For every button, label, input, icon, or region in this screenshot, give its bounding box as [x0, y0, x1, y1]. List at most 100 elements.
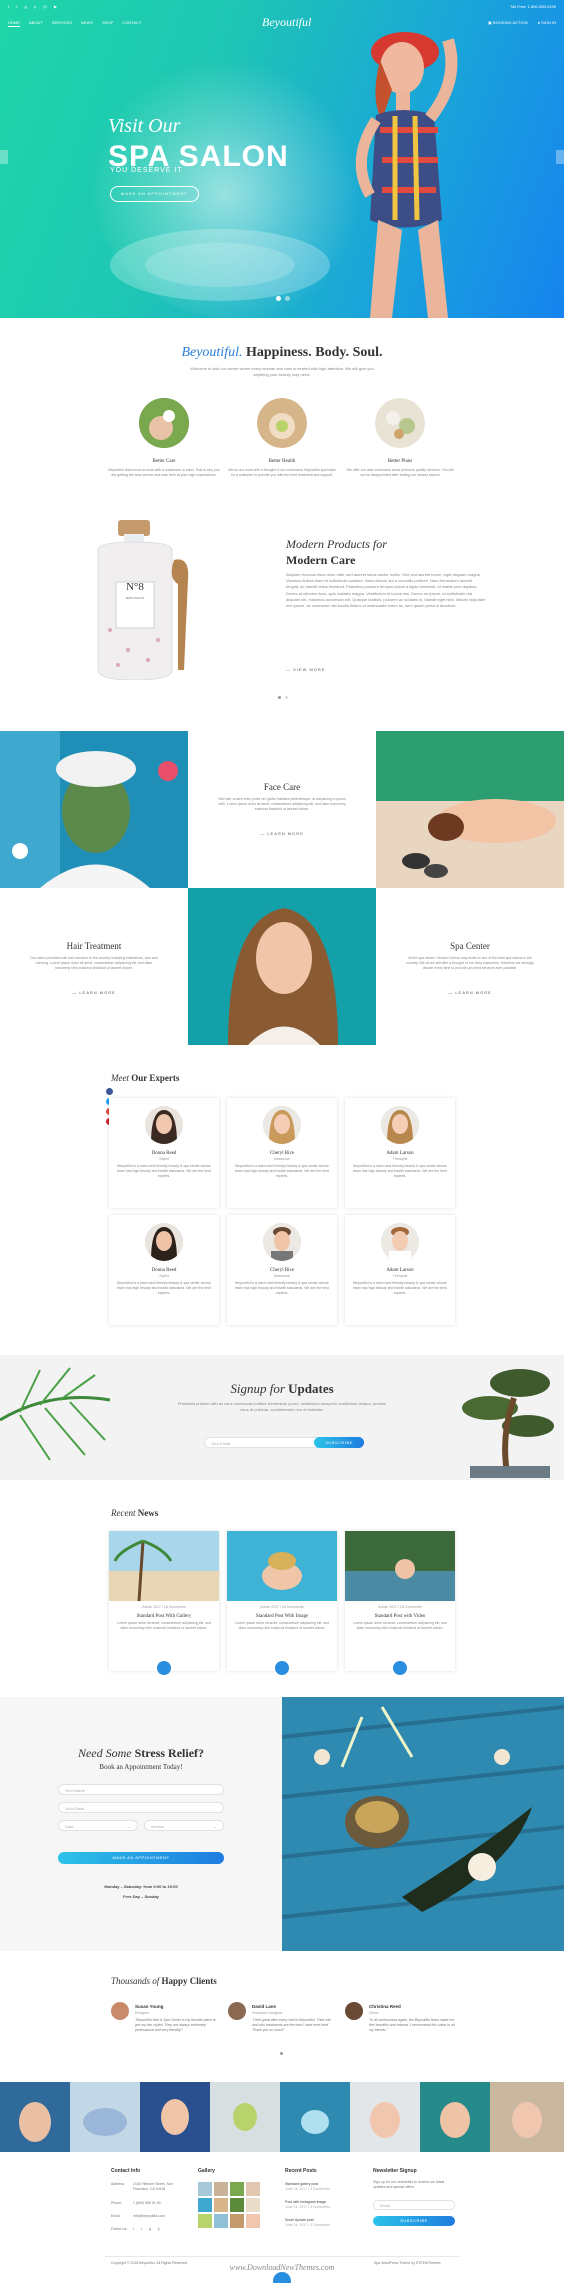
- read-more-icon[interactable]: [393, 1661, 407, 1675]
- nav-news[interactable]: NEWS: [81, 20, 93, 27]
- contact-label: Phone:: [111, 2201, 123, 2205]
- back-to-top-icon[interactable]: [273, 2272, 291, 2283]
- gallery-thumb[interactable]: [230, 2214, 244, 2228]
- gallery-thumb[interactable]: [198, 2198, 212, 2212]
- footer-social-icons[interactable]: f t g p: [133, 2227, 163, 2232]
- nav-contact[interactable]: CONTACT: [122, 20, 141, 27]
- gallery-thumb[interactable]: [198, 2182, 212, 2196]
- youtube-icon[interactable]: ▶: [54, 4, 60, 9]
- footer-divider: [105, 2256, 459, 2257]
- news-title[interactable]: Standard Post With Gallery: [109, 1613, 219, 1620]
- client-avatar: [111, 2002, 129, 2020]
- feature-plans-image: [375, 398, 425, 448]
- slider-prev-arrow[interactable]: [0, 150, 8, 164]
- booking-link[interactable]: ▣ BOOKING ACTION: [488, 20, 528, 26]
- news-card[interactable]: Admin 2017 / 18 Comments Standard Post W…: [227, 1531, 337, 1675]
- nav-services[interactable]: SERVICES: [52, 20, 72, 27]
- footer-post[interactable]: Small Update post June 14, 2017 / 3 Comm…: [285, 2218, 365, 2228]
- expert-role: Stylist: [159, 1157, 169, 1161]
- expert-card[interactable]: Adam Larson Therapist Beyoutiful is a wa…: [345, 1215, 455, 1325]
- carousel-dot[interactable]: [278, 696, 281, 699]
- service-learn-more[interactable]: — LEARN MORE: [376, 990, 564, 996]
- clients-title-bold: Happy Clients: [161, 1976, 217, 1986]
- footer-gallery-title: Gallery: [198, 2168, 215, 2174]
- client-name: Susan Young: [135, 2004, 164, 2009]
- google-plus-icon[interactable]: g: [25, 4, 30, 9]
- news-excerpt: Lorem ipsum dolor sit amet, consectetuer…: [117, 1621, 211, 1630]
- twitter-icon[interactable]: t: [16, 4, 20, 9]
- booking-email-input[interactable]: Your Email: [58, 1802, 224, 1813]
- hero-appointment-button[interactable]: MAKE AN APPOINTMENT: [110, 186, 199, 202]
- expert-card[interactable]: Cheryl Rice Masseuse Beyoutiful is a war…: [227, 1215, 337, 1325]
- footer-newsletter-title: Newsletter Signup: [373, 2168, 417, 2174]
- nav-about[interactable]: ABOUT: [29, 20, 43, 27]
- experts-title-italic: Meet: [111, 1073, 129, 1083]
- expert-card[interactable]: Donna Reed Stylist Beyoutiful is a warm …: [109, 1215, 219, 1325]
- slider-dot[interactable]: [285, 296, 290, 301]
- logo[interactable]: Beyoutiful: [262, 14, 311, 31]
- feature-care-image: [139, 398, 189, 448]
- news-card[interactable]: Admin 2017 / 18 Comments Standard Post w…: [345, 1531, 455, 1675]
- slider-dots: [276, 296, 290, 301]
- gallery-thumb[interactable]: [198, 2214, 212, 2228]
- news-card[interactable]: Admin 2017 / 18 Comments Standard Post W…: [109, 1531, 219, 1675]
- service-title: Face Care: [263, 782, 301, 792]
- instagram-icon[interactable]: ◎: [43, 4, 50, 9]
- chevron-down-icon: ⌄: [213, 1824, 217, 1829]
- intro-text: Welcome to visit our center where every …: [190, 366, 374, 377]
- slider-next-arrow[interactable]: [556, 150, 564, 164]
- gallery-thumb[interactable]: [246, 2214, 260, 2228]
- gallery-thumb[interactable]: [246, 2182, 260, 2196]
- footer-post[interactable]: Standard gallery post June 14, 2017 / 3 …: [285, 2182, 365, 2192]
- booking-date-select[interactable]: Date ⌄: [58, 1820, 138, 1831]
- service-spa-center: Spa Center At the spa center, Heaven Gri…: [376, 888, 564, 1045]
- signup-email-input[interactable]: Your Email: [204, 1437, 326, 1448]
- products-view-more[interactable]: — VIEW MORE: [286, 667, 325, 673]
- footer-subscribe-button[interactable]: SUBSCRIBE: [373, 2216, 455, 2226]
- nav-shop[interactable]: SHOP: [102, 20, 113, 27]
- contact-row: Phone: 1 (800) 555 01 99: [111, 2201, 191, 2214]
- carousel-dot[interactable]: [280, 2052, 283, 2055]
- intro-brand: Beyoutiful.: [181, 345, 243, 360]
- news-title[interactable]: Standard Post with Video: [345, 1613, 455, 1620]
- gallery-thumb[interactable]: [214, 2182, 228, 2196]
- expert-card[interactable]: Donna Reed Stylist Beyoutiful is a warm …: [109, 1098, 219, 1208]
- experts-heading: Meet Our Experts: [111, 1072, 179, 1085]
- service-text: Our salon provides both hair services to…: [30, 956, 158, 970]
- news-title-bold: News: [137, 1508, 159, 1518]
- client-avatar: [345, 2002, 363, 2020]
- facebook-share-icon[interactable]: [106, 1088, 113, 1095]
- pinterest-icon[interactable]: p: [34, 4, 39, 9]
- facebook-icon[interactable]: f: [8, 4, 12, 9]
- signin-link[interactable]: ● SIGN IN: [538, 20, 556, 26]
- footer-newsletter-text: Sign up for our newsletter to receive ou…: [373, 2180, 445, 2189]
- gallery-thumb[interactable]: [214, 2214, 228, 2228]
- expert-card[interactable]: Adam Larson Therapist Beyoutiful is a wa…: [345, 1098, 455, 1208]
- booking-submit-button[interactable]: MAKE AN APPOINTMENT: [58, 1852, 224, 1864]
- news-meta: Admin 2017 / 18 Comments: [142, 1605, 186, 1609]
- read-more-icon[interactable]: [275, 1661, 289, 1675]
- gallery-thumb[interactable]: [214, 2198, 228, 2212]
- contact-value[interactable]: info@beyoutiful.com: [133, 2214, 165, 2219]
- slider-dot[interactable]: [276, 296, 281, 301]
- contact-label: Follow Us:: [111, 2227, 128, 2231]
- news-title-italic: Recent: [111, 1508, 136, 1518]
- booking-name-input[interactable]: Your Name: [58, 1784, 224, 1795]
- feature-health-image: [257, 398, 307, 448]
- footer-newsletter-input[interactable]: Email: [373, 2200, 455, 2210]
- nav-home[interactable]: HOME: [8, 20, 20, 27]
- news-title[interactable]: Standard Post With Image: [227, 1613, 337, 1620]
- expert-bio: Beyoutiful is a warm and friendly beauty…: [353, 1164, 447, 1179]
- gallery-thumb[interactable]: [246, 2198, 260, 2212]
- read-more-icon[interactable]: [157, 1661, 171, 1675]
- header-actions: ▣ BOOKING ACTION ● SIGN IN: [488, 20, 556, 26]
- expert-card[interactable]: Cheryl Rice Masseuse Beyoutiful is a war…: [227, 1098, 337, 1208]
- gallery-thumb[interactable]: [230, 2182, 244, 2196]
- service-learn-more[interactable]: — LEARN MORE: [188, 831, 376, 837]
- signup-subscribe-button[interactable]: SUBSCRIBE: [314, 1437, 364, 1448]
- gallery-thumb[interactable]: [230, 2198, 244, 2212]
- service-learn-more[interactable]: — LEARN MORE: [0, 990, 188, 996]
- carousel-dot[interactable]: [285, 696, 288, 699]
- booking-service-select[interactable]: Service ⌄: [144, 1820, 224, 1831]
- footer-post[interactable]: Post with Instagram image June 14, 2017 …: [285, 2200, 365, 2210]
